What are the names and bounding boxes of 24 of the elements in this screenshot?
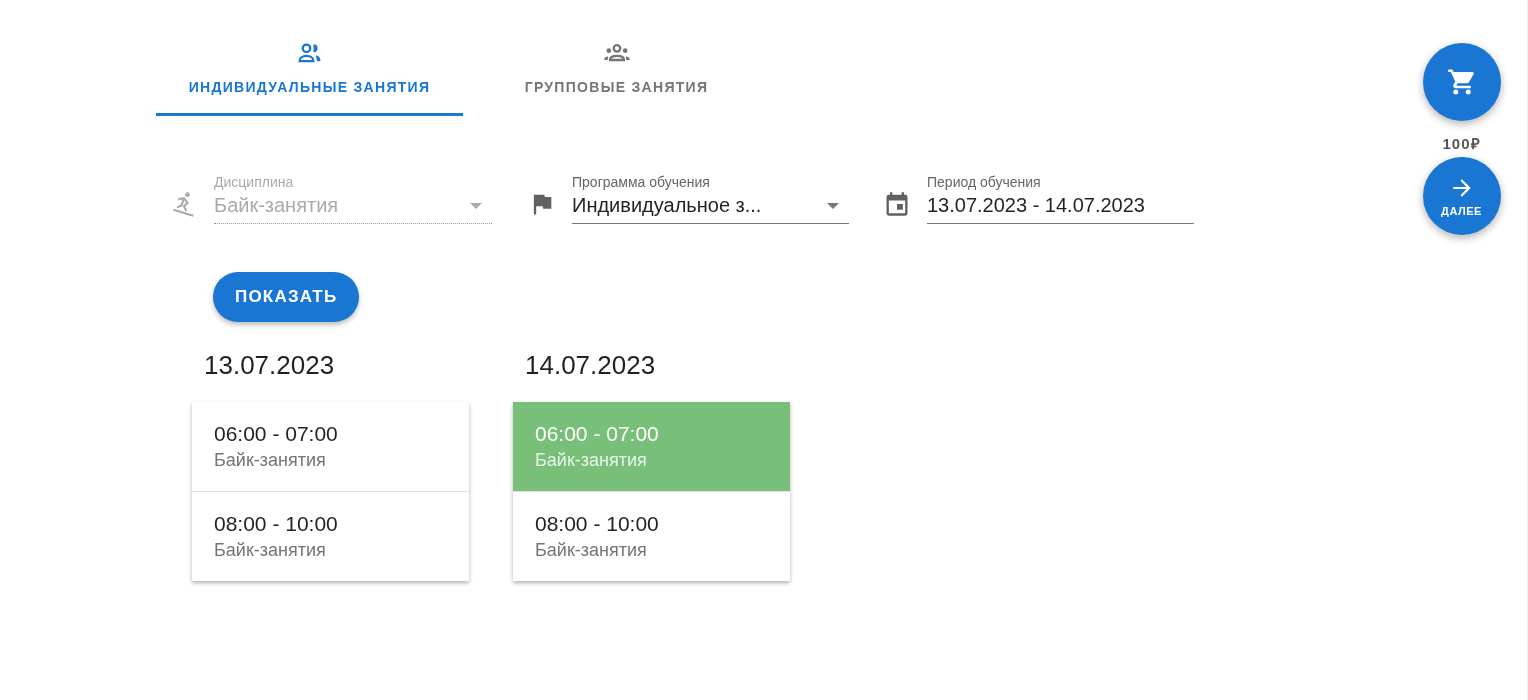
dropdown-field[interactable]: Программа обучения Индивидуальное з... bbox=[572, 174, 849, 224]
slot-time: 06:00 - 07:00 bbox=[535, 422, 660, 446]
slot-time: 08:00 - 10:00 bbox=[214, 512, 339, 536]
cart-icon bbox=[1446, 67, 1477, 97]
next-button[interactable]: ДАЛЕЕ bbox=[1422, 157, 1501, 235]
cart-total: 100₽ bbox=[1442, 134, 1481, 153]
day-date: 13.07.2023 bbox=[204, 349, 336, 382]
caret-icon bbox=[470, 202, 482, 209]
day-date: 14.07.2023 bbox=[525, 349, 657, 382]
time-slot[interactable]: 08:00 - 10:00 Байк-занятия bbox=[192, 492, 469, 581]
time-slot[interactable]: 06:00 - 07:00 Байк-занятия bbox=[192, 402, 469, 492]
caret-icon bbox=[827, 202, 839, 209]
slot-time: 06:00 - 07:00 bbox=[214, 422, 339, 446]
slot-time: 08:00 - 10:00 bbox=[535, 512, 660, 536]
slot-discipline: Байк-занятия bbox=[214, 540, 327, 561]
tab[interactable]: ГРУППОВЫЕ ЗАНЯТИЯ bbox=[463, 20, 770, 116]
cart-button[interactable] bbox=[1422, 43, 1501, 121]
time-slot[interactable]: 08:00 - 10:00 Байк-занятия bbox=[513, 492, 790, 581]
slot-discipline: Байк-занятия bbox=[214, 450, 327, 471]
slot-discipline: Байк-занятия bbox=[535, 450, 648, 471]
tab[interactable]: ИНДИВИДУАЛЬНЫЕ ЗАНЯТИЯ bbox=[156, 20, 463, 116]
dropdown-field[interactable]: Период обучения 13.07.2023 - 14.07.2023 bbox=[927, 174, 1194, 224]
show-button[interactable]: ПОКАЗАТЬ bbox=[213, 272, 360, 322]
slot-discipline: Байк-занятия bbox=[535, 540, 648, 561]
